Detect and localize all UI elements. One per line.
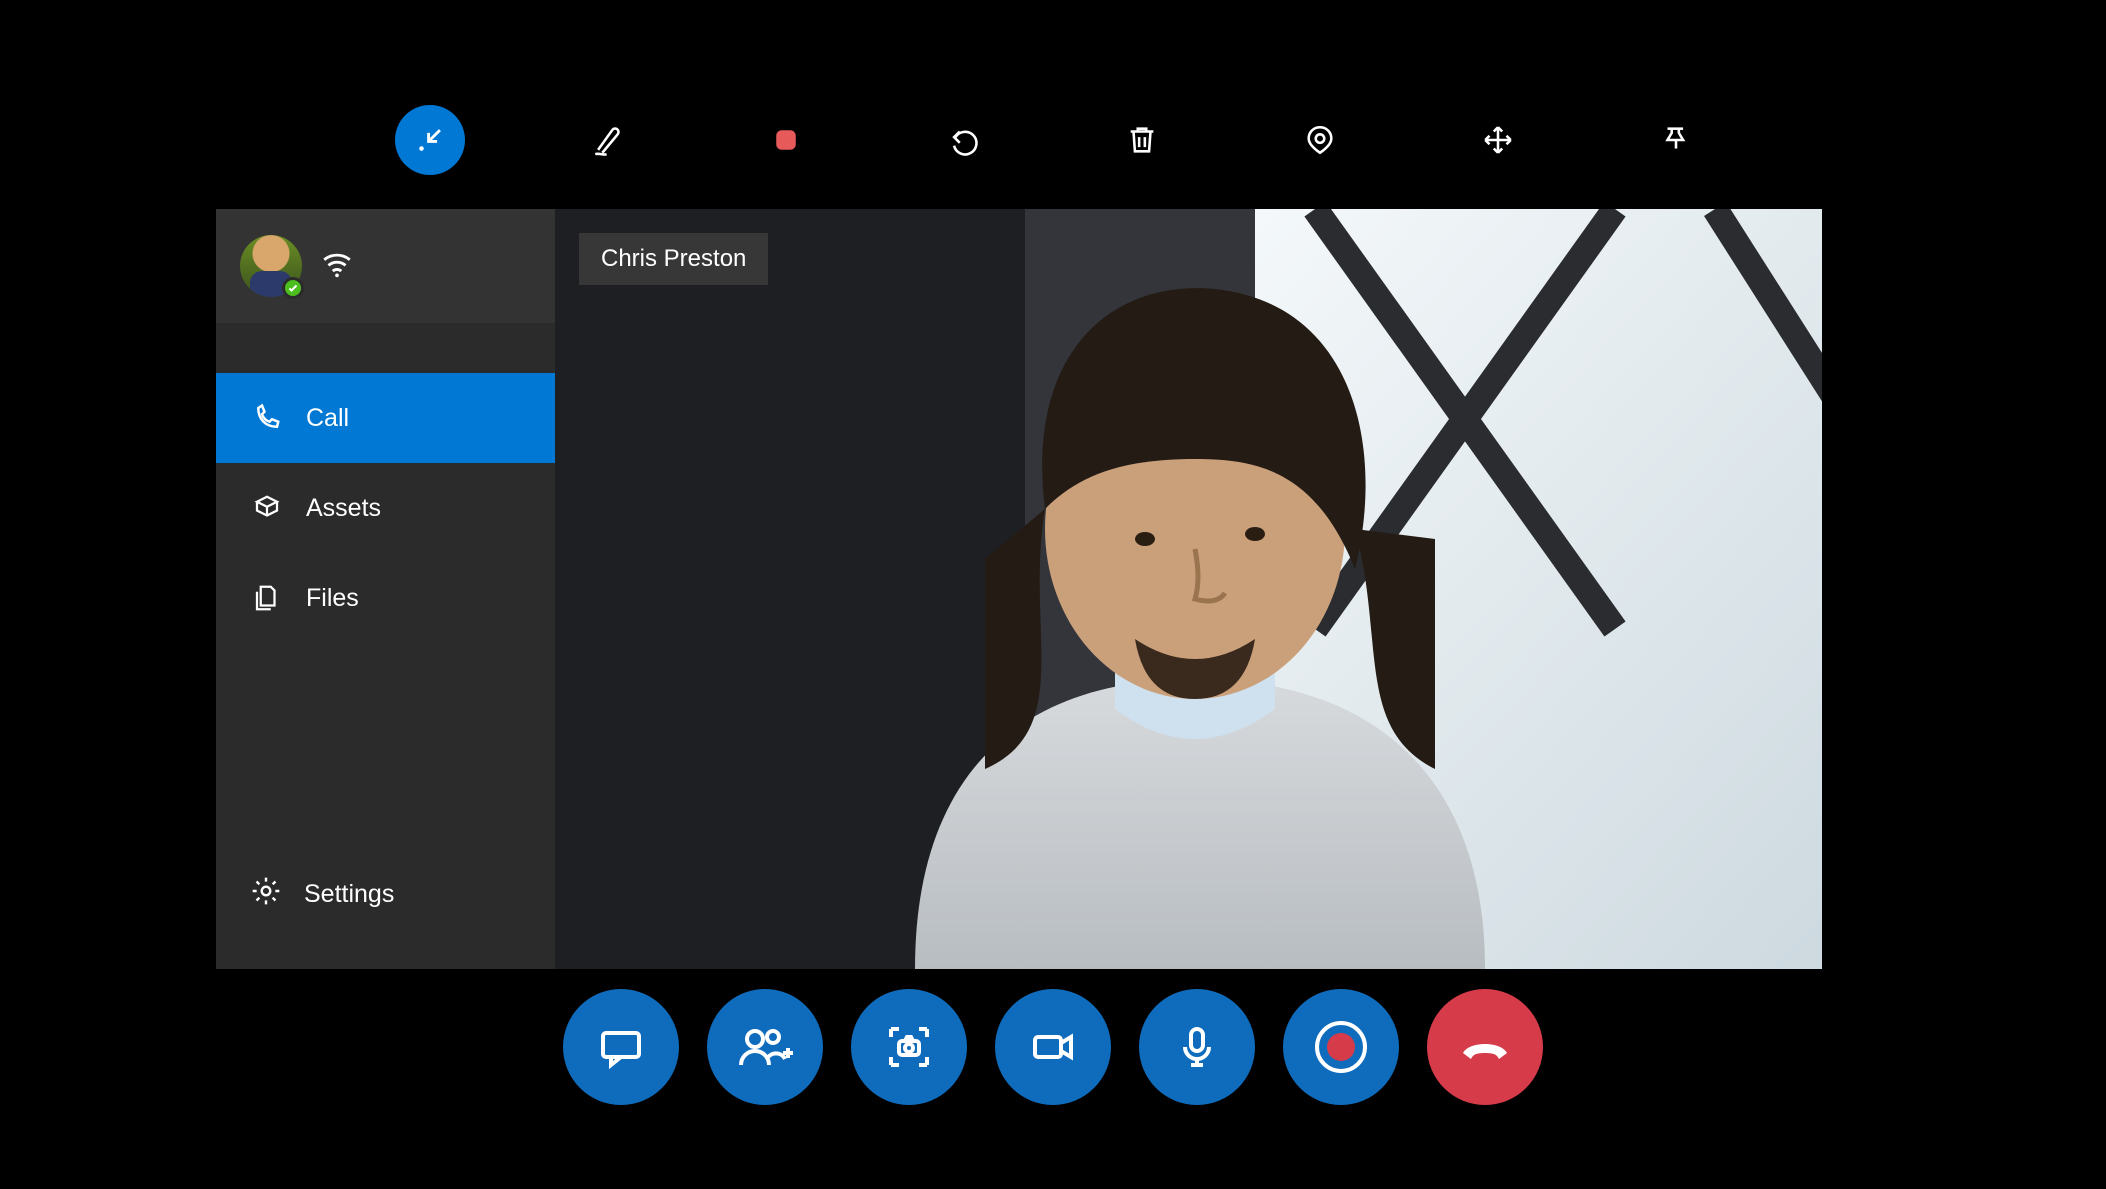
sidebar-nav: Call Assets Files (216, 373, 555, 643)
sidebar-item-label: Settings (304, 880, 394, 909)
wifi-icon (320, 247, 354, 286)
video-icon (1029, 1023, 1077, 1071)
annotation-toolbar (0, 105, 2106, 175)
undo-button[interactable] (929, 105, 999, 175)
sidebar-item-assets[interactable]: Assets (216, 463, 555, 553)
record-icon (1315, 1021, 1367, 1073)
add-participant-button[interactable] (707, 989, 823, 1105)
assets-icon (250, 491, 284, 525)
participant-name: Chris Preston (601, 245, 746, 272)
app-panel: Call Assets Files (216, 209, 1822, 969)
annotate-target-button[interactable] (1285, 105, 1355, 175)
phone-icon (250, 401, 284, 435)
mic-toggle-button[interactable] (1139, 989, 1255, 1105)
sidebar-item-files[interactable]: Files (216, 553, 555, 643)
minimize-icon (413, 123, 447, 157)
files-icon (250, 581, 284, 615)
sidebar-item-label: Assets (306, 494, 381, 523)
camera-snapshot-icon (885, 1023, 933, 1071)
add-person-icon (737, 1023, 793, 1071)
minimize-button[interactable] (395, 105, 465, 175)
undo-icon (947, 123, 981, 157)
gear-icon (250, 875, 282, 914)
video-feed: Chris Preston (555, 209, 1822, 969)
sidebar: Call Assets Files (216, 209, 555, 969)
chat-button[interactable] (563, 989, 679, 1105)
sidebar-item-label: Files (306, 584, 359, 613)
hangup-icon (1457, 1023, 1513, 1071)
avatar[interactable] (240, 235, 302, 297)
hangup-button[interactable] (1427, 989, 1543, 1105)
sidebar-item-call[interactable]: Call (216, 373, 555, 463)
presence-online-icon (282, 277, 304, 299)
sidebar-item-settings[interactable]: Settings (216, 849, 555, 939)
mic-icon (1173, 1023, 1221, 1071)
pin-icon (1659, 123, 1693, 157)
pen-icon (591, 123, 625, 157)
stop-icon (773, 127, 799, 153)
participant-name-chip: Chris Preston (579, 233, 768, 285)
snapshot-button[interactable] (851, 989, 967, 1105)
target-icon (1303, 123, 1337, 157)
move-button[interactable] (1463, 105, 1533, 175)
pin-button[interactable] (1641, 105, 1711, 175)
ink-button[interactable] (573, 105, 643, 175)
sidebar-item-label: Call (306, 404, 349, 433)
remote-video-placeholder (555, 209, 1822, 969)
record-button[interactable] (1283, 989, 1399, 1105)
chat-icon (597, 1023, 645, 1071)
move-icon (1481, 123, 1515, 157)
stop-record-button[interactable] (751, 105, 821, 175)
trash-icon (1125, 123, 1159, 157)
call-controls (0, 989, 2106, 1105)
video-toggle-button[interactable] (995, 989, 1111, 1105)
profile-row (216, 209, 555, 323)
delete-button[interactable] (1107, 105, 1177, 175)
